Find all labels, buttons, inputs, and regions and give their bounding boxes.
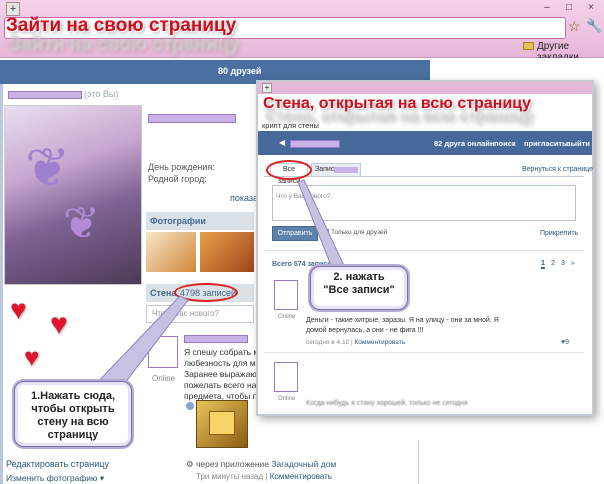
avatar[interactable] (274, 280, 298, 310)
redacted-name (184, 335, 248, 343)
plus-icon: + (262, 83, 272, 93)
post-text: Деньги - такие хитрые, заразы. Я на улиц… (306, 317, 499, 334)
wall-header-label: Стена (150, 288, 177, 298)
bg-left-border (0, 84, 3, 484)
bg-friends-count[interactable]: 80 друзей (218, 66, 261, 76)
callout-1-line: чтобы открыть (31, 403, 115, 415)
post-time: Три минуты назад (196, 472, 264, 481)
comment-link[interactable]: Комментировать (355, 339, 406, 346)
nav-friends-online[interactable]: 82 друга онлайн (434, 139, 494, 148)
maximize-button[interactable]: □ (560, 2, 578, 14)
birthday-label: День рождения: (148, 162, 215, 172)
post-time: сегодня в 4:12 (306, 339, 350, 346)
post-text: Когда-нибудь я стану хорошей, только не … (306, 400, 468, 407)
comment-link[interactable]: Комментировать (270, 472, 332, 481)
callout-1-line: 1.Нажать сюда, (30, 390, 115, 402)
new-post-placeholder: Что у Вас нового? (152, 309, 219, 318)
instruction-callout-1: 1.Нажать сюда, чтобы открыть стену на вс… (14, 381, 132, 447)
redacted-name (8, 91, 82, 99)
app-source-line: ⚙ через приложение Загадочный дом (186, 459, 336, 470)
title-reflection: Зайти на свою страницу (8, 33, 239, 54)
callout-1-line: стену на всю (37, 416, 109, 428)
divider (264, 352, 584, 353)
star-icon[interactable]: ☆ (568, 18, 581, 35)
minimize-button[interactable]: – (538, 2, 556, 14)
callout-2-line: 2. нажать (333, 271, 385, 283)
heart-icon: ♥ (24, 342, 40, 372)
online-status: Online (152, 374, 176, 383)
photo-thumbnail[interactable] (146, 232, 196, 272)
wrench-icon[interactable]: 🔧 (586, 18, 602, 34)
redacted-name (148, 114, 236, 123)
online-status: Online (278, 396, 296, 402)
back-arrow-icon[interactable]: ◀ (279, 138, 285, 147)
profile-photo[interactable]: ❦ ❦ (4, 105, 142, 285)
gear-icon: ⚙ (186, 459, 194, 469)
nav-invite[interactable]: пригласить (524, 139, 567, 148)
folder-icon (523, 42, 534, 50)
friends-only-label: Только для друзей (331, 229, 388, 236)
heart-icon: ♥ (50, 308, 68, 341)
breadcrumb: крипт для стены (262, 121, 319, 130)
show-more-link[interactable]: показа (230, 193, 258, 203)
back-to-page-link[interactable]: Вернуться к странице (522, 166, 593, 173)
redacted-name (334, 167, 358, 173)
app-prefix: через приложение (196, 459, 270, 469)
photo-thumbnail[interactable] (200, 232, 254, 272)
send-button[interactable]: Отправить (272, 226, 318, 241)
page-1-link[interactable]: 1 (541, 260, 545, 269)
page-2-link[interactable]: 2 (551, 260, 555, 267)
callout-1-line: страницу (47, 429, 99, 441)
wall-post-placeholder: Что у Вас нового? (276, 193, 331, 200)
game-app-image[interactable] (196, 400, 248, 448)
nav-search[interactable]: поиск (494, 139, 516, 148)
heart-icon: ♥ (10, 294, 27, 325)
page-3-link[interactable]: 3 (561, 260, 565, 267)
instruction-callout-2: 2. нажать "Все записи" (310, 266, 408, 310)
post-text: Я спешу собрать ме любезность для ме Зар… (184, 347, 264, 401)
redacted-name (290, 140, 340, 148)
post-meta: сегодня в 4:12 | Комментировать (306, 339, 406, 346)
chevron-down-icon: ▾ (99, 473, 105, 483)
inset-tab-strip (258, 82, 592, 94)
post-meta: Три минуты назад | Комментировать (196, 472, 332, 481)
wall-post-input[interactable] (272, 185, 576, 221)
highlight-ellipse (174, 283, 238, 302)
like-count: 9 (565, 339, 570, 346)
butterfly-icon: ❦ (25, 138, 71, 198)
edit-page-link[interactable]: Редактировать страницу (6, 459, 109, 469)
hometown-label: Родной город: (148, 174, 207, 184)
friends-only-checkbox[interactable] (322, 229, 329, 236)
like-button[interactable]: ♥9 (561, 339, 569, 346)
change-photo-label: Изменить фотографию (6, 473, 98, 483)
its-you-label: (это Вы) (84, 89, 119, 99)
butterfly-icon: ❦ (63, 199, 100, 248)
divider (264, 250, 584, 251)
attach-link[interactable]: Прикрепить (540, 230, 578, 237)
next-page-link[interactable]: » (571, 260, 575, 267)
avatar[interactable] (148, 336, 178, 368)
app-icon (186, 402, 194, 410)
online-status: Online (278, 314, 296, 320)
new-tab-icon[interactable]: + (6, 2, 20, 16)
avatar[interactable] (274, 362, 298, 392)
nav-logout[interactable]: выйти (566, 139, 590, 148)
highlight-ellipse (266, 160, 312, 180)
change-photo-link[interactable]: Изменить фотографию ▾ (6, 473, 104, 484)
close-window-button[interactable]: × (582, 2, 600, 14)
divider (418, 440, 419, 484)
hearts-decoration: ♥ ♥ ♥ (4, 290, 94, 390)
callout-2-line: "Все записи" (323, 284, 395, 296)
photos-header-label: Фотографии (150, 216, 206, 226)
app-name-link[interactable]: Загадочный дом (271, 459, 336, 469)
